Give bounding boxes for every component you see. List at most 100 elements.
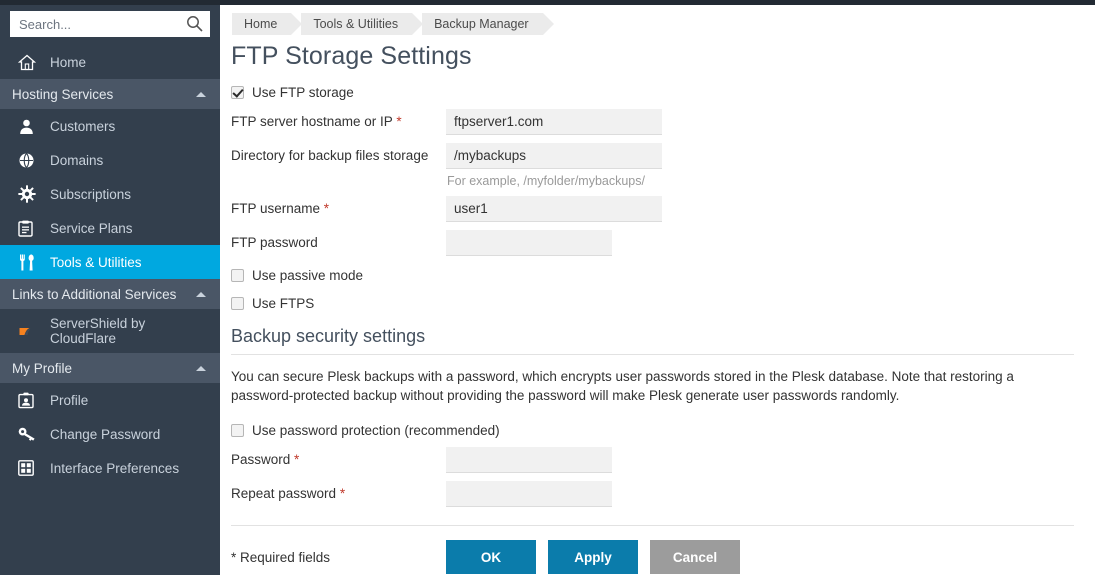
cancel-button[interactable]: Cancel — [650, 540, 740, 574]
form-footer: * Required fields OK Apply Cancel — [231, 540, 1095, 574]
apply-button[interactable]: Apply — [548, 540, 638, 574]
form-row: Password * — [231, 447, 1095, 473]
backup-directory-field[interactable] — [446, 143, 662, 169]
sidebar-item-label: Domains — [50, 153, 103, 168]
search-box — [10, 11, 210, 37]
form-label-text: FTP password — [231, 235, 318, 250]
breadcrumb-item-backup-manager[interactable]: Backup Manager — [422, 13, 543, 35]
search-input[interactable] — [10, 11, 210, 37]
backup-security-description: You can secure Plesk backups with a pass… — [231, 367, 1031, 405]
form-row: Directory for backup files storage For ex… — [231, 143, 1095, 188]
grid-icon — [18, 459, 40, 477]
chevron-up-icon[interactable] — [196, 292, 206, 297]
form-row: FTP username * — [231, 196, 1095, 222]
use-password-protection-checkbox[interactable] — [231, 424, 244, 437]
chevron-up-icon[interactable] — [196, 366, 206, 371]
main-content: Home Tools & Utilities Backup Manager FTP … — [220, 5, 1095, 575]
form-control — [446, 481, 1095, 507]
sidebar-item-home[interactable]: Home — [0, 45, 220, 79]
use-ftp-storage-checkbox[interactable] — [231, 86, 244, 99]
chevron-up-icon[interactable] — [196, 92, 206, 97]
use-ftps-checkbox-row[interactable]: Use FTPS — [231, 292, 1095, 314]
sidebar-item-label: Profile — [50, 393, 88, 408]
form-control — [446, 447, 1095, 473]
sidebar-item-label: Service Plans — [50, 221, 133, 236]
form-control — [446, 230, 1095, 256]
password-field[interactable] — [446, 447, 612, 473]
sidebar-group-hosting-services[interactable]: Hosting Services — [0, 79, 220, 109]
breadcrumb-item-home[interactable]: Home — [232, 13, 291, 35]
sidebar-item-label: Interface Preferences — [50, 461, 179, 476]
repeat-password-field[interactable] — [446, 481, 612, 507]
tools-icon — [18, 253, 40, 271]
form-label: FTP password — [231, 230, 446, 256]
use-passive-mode-label: Use passive mode — [252, 268, 363, 283]
ftp-fields-group: FTP server hostname or IP * Directory for… — [231, 109, 1095, 256]
sidebar-group-label: Hosting Services — [12, 87, 113, 102]
form-control — [446, 109, 1095, 135]
sidebar-group-links-to-additional-services[interactable]: Links to Additional Services — [0, 279, 220, 309]
ok-button[interactable]: OK — [446, 540, 536, 574]
form-row: FTP server hostname or IP * — [231, 109, 1095, 135]
sidebar-group-label: My Profile — [12, 361, 72, 376]
sidebar-item-servershield-by-cloudflare[interactable]: ServerShield by CloudFlare — [0, 309, 220, 353]
use-ftp-storage-checkbox-row[interactable]: Use FTP storage — [231, 81, 1095, 103]
globe-icon — [18, 151, 40, 169]
ftp-storage-form: Use FTP storage FTP server hostname or I… — [231, 81, 1095, 574]
form-control — [446, 196, 1095, 222]
form-label-text: FTP server hostname or IP — [231, 114, 393, 129]
use-ftp-storage-label: Use FTP storage — [252, 85, 354, 100]
form-label: Directory for backup files storage — [231, 143, 446, 188]
sidebar-item-subscriptions[interactable]: Subscriptions — [0, 177, 220, 211]
form-label-text: Password — [231, 452, 290, 467]
page-title: FTP Storage Settings — [231, 42, 1095, 71]
ftp-password-field[interactable] — [446, 230, 612, 256]
clipboard-icon — [18, 219, 40, 237]
sidebar-group-my-profile[interactable]: My Profile — [0, 353, 220, 383]
sidebar-item-tools-utilities[interactable]: Tools & Utilities — [0, 245, 220, 279]
required-asterisk: * — [290, 452, 299, 467]
form-label: Repeat password * — [231, 481, 446, 507]
sidebar-item-change-password[interactable]: Change Password — [0, 417, 220, 451]
required-asterisk: * — [320, 201, 329, 216]
use-ftps-label: Use FTPS — [252, 296, 314, 311]
sidebar-item-label: Change Password — [50, 427, 160, 442]
sidebar-item-service-plans[interactable]: Service Plans — [0, 211, 220, 245]
sidebar-item-interface-preferences[interactable]: Interface Preferences — [0, 451, 220, 485]
sidebar: Home Hosting Services Customers Domains Sub… — [0, 5, 220, 575]
form-label: Password * — [231, 447, 446, 473]
sidebar-item-label: Subscriptions — [50, 187, 131, 202]
form-label: FTP server hostname or IP * — [231, 109, 446, 135]
use-ftps-checkbox[interactable] — [231, 297, 244, 310]
form-label-text: Directory for backup files storage — [231, 148, 428, 163]
use-passive-mode-checkbox[interactable] — [231, 269, 244, 282]
form-row: Repeat password * — [231, 481, 1095, 507]
sidebar-item-label: Customers — [50, 119, 115, 134]
required-asterisk: * — [393, 114, 402, 129]
key-icon — [18, 425, 40, 443]
id-card-icon — [18, 391, 40, 409]
breadcrumb: Home Tools & Utilities Backup Manager — [232, 13, 1095, 35]
sidebar-item-home-label: Home — [50, 55, 86, 70]
security-fields-group: Password * Repeat password * — [231, 447, 1095, 507]
plesk-ftp-storage-settings-page: Home Hosting Services Customers Domains Sub… — [0, 0, 1095, 575]
home-icon — [18, 53, 40, 71]
sidebar-group-label: Links to Additional Services — [12, 287, 176, 302]
form-field-hint: For example, /myfolder/mybackups/ — [446, 174, 1095, 188]
backup-security-section-title: Backup security settings — [231, 326, 1074, 355]
breadcrumb-item-tools-utilities[interactable]: Tools & Utilities — [301, 13, 412, 35]
sidebar-item-customers[interactable]: Customers — [0, 109, 220, 143]
sidebar-item-label: ServerShield by CloudFlare — [50, 316, 200, 346]
sidebar-item-profile[interactable]: Profile — [0, 383, 220, 417]
sidebar-item-label: Tools & Utilities — [50, 255, 142, 270]
use-password-protection-checkbox-row[interactable]: Use password protection (recommended) — [231, 419, 1095, 441]
use-passive-mode-checkbox-row[interactable]: Use passive mode — [231, 264, 1095, 286]
footer-divider — [231, 525, 1074, 526]
ftp-hostname-field[interactable] — [446, 109, 662, 135]
form-label-text: Repeat password — [231, 486, 336, 501]
form-label-text: FTP username — [231, 201, 320, 216]
ftp-username-field[interactable] — [446, 196, 662, 222]
sidebar-item-domains[interactable]: Domains — [0, 143, 220, 177]
user-icon — [18, 117, 40, 135]
form-control: For example, /myfolder/mybackups/ — [446, 143, 1095, 188]
